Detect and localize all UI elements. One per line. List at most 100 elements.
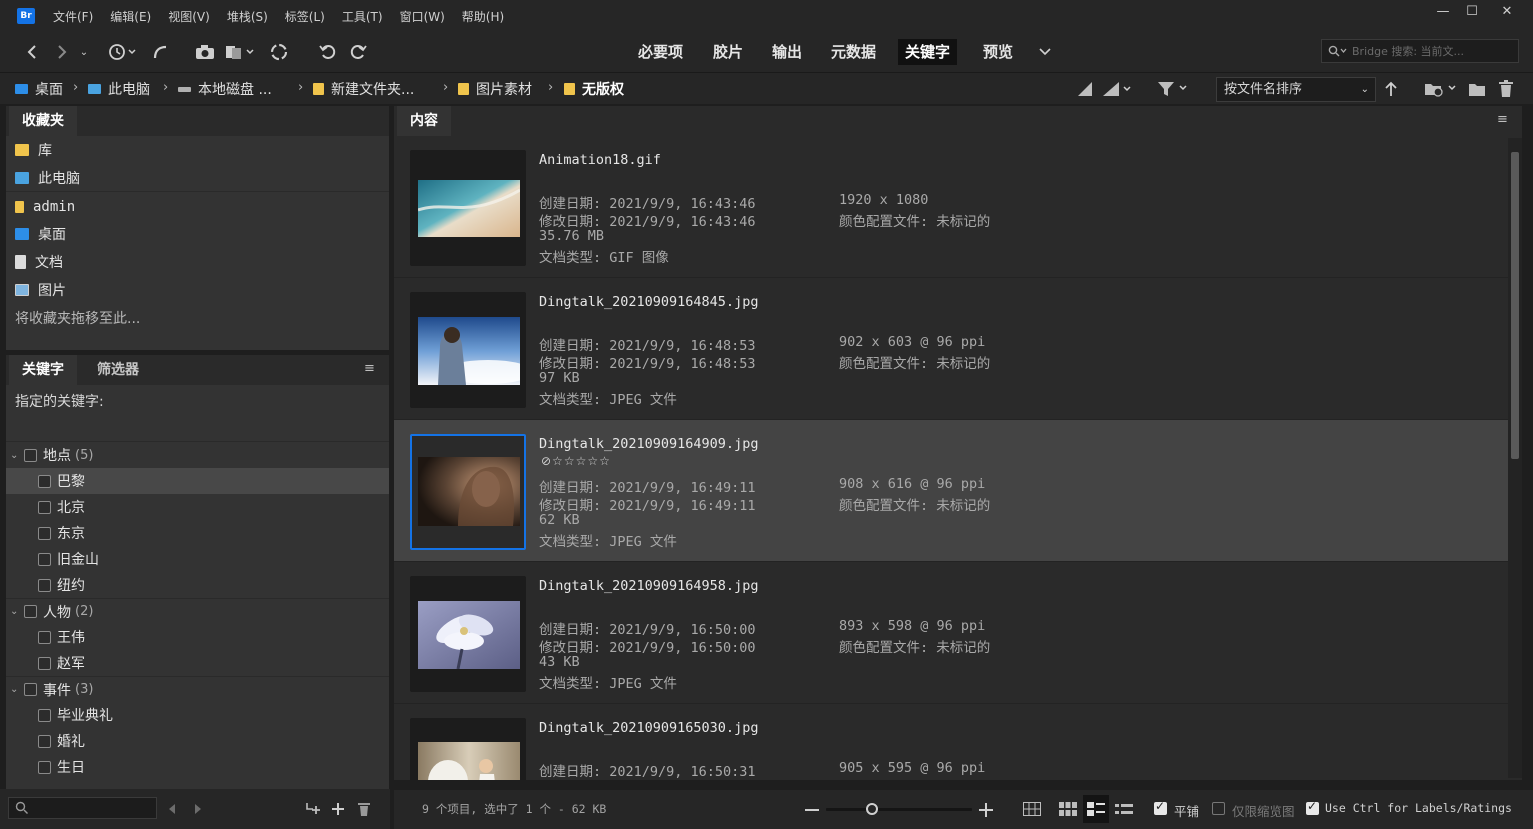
keyword-checkbox[interactable] <box>38 708 51 722</box>
keyword-checkbox[interactable] <box>38 760 51 774</box>
search-prev-icon[interactable] <box>166 797 178 821</box>
content-item[interactable]: Animation18.gif 创建日期: 2021/9/9, 16:43:46… <box>394 136 1508 278</box>
breadcrumb-this-pc[interactable]: 此电脑 <box>88 80 150 98</box>
content-item-selected[interactable]: Dingtalk_20210909164909.jpg ⊘☆☆☆☆☆ 创建日期:… <box>394 420 1508 562</box>
thumbnail-size-slider[interactable] <box>826 808 972 811</box>
filter-icon[interactable] <box>1156 77 1192 101</box>
keyword-tokyo[interactable]: 东京 <box>6 520 389 546</box>
keyword-checkbox[interactable] <box>38 630 51 644</box>
rotate-left-icon[interactable] <box>318 40 338 64</box>
keyword-group-people[interactable]: ⌄ 人物 (2) <box>6 598 389 624</box>
menu-view[interactable]: 视图(V) <box>168 8 210 25</box>
breadcrumb-local-disk[interactable]: 本地磁盘 ... <box>178 80 272 98</box>
keyword-checkbox[interactable] <box>38 552 51 566</box>
workspace-more-icon[interactable] <box>1036 40 1054 64</box>
workspace-tab-filmstrip[interactable]: 胶片 <box>706 39 750 65</box>
keyword-wedding[interactable]: 婚礼 <box>6 728 389 754</box>
tab-content[interactable]: 内容 <box>397 106 451 136</box>
zoom-in-icon[interactable] <box>976 798 996 822</box>
menu-window[interactable]: 窗口(W) <box>400 8 445 25</box>
boomerang-icon[interactable] <box>150 40 170 64</box>
keyword-graduation[interactable]: 毕业典礼 <box>6 702 389 728</box>
thumbnail-frame[interactable] <box>410 434 526 550</box>
hamburger-menu-icon[interactable]: ≡ <box>1497 113 1511 126</box>
open-recent-folder-icon[interactable] <box>1424 77 1460 101</box>
grid-view-icon[interactable] <box>1021 797 1043 821</box>
workspace-tab-essentials[interactable]: 必要项 <box>631 39 690 65</box>
menu-tools[interactable]: 工具(T) <box>342 8 383 25</box>
rotate-right-icon[interactable] <box>348 40 368 64</box>
tile-checkbox[interactable] <box>1154 799 1167 815</box>
chevron-down-icon[interactable]: ⌄ <box>10 450 20 461</box>
hamburger-menu-icon[interactable]: ≡ <box>364 362 378 375</box>
keyword-new-york[interactable]: 纽约 <box>6 572 389 598</box>
tab-filter[interactable]: 筛选器 <box>84 355 152 385</box>
sort-select[interactable]: 按文件名排序 ⌄ <box>1216 77 1376 102</box>
thumbnail-view-icon[interactable] <box>1057 797 1079 821</box>
menu-label[interactable]: 标签(L) <box>285 8 325 25</box>
thumbnail-frame[interactable] <box>410 576 526 692</box>
keyword-san-francisco[interactable]: 旧金山 <box>6 546 389 572</box>
workspace-tab-metadata[interactable]: 元数据 <box>824 39 883 65</box>
breadcrumb-desktop[interactable]: 桌面 <box>15 80 63 98</box>
recent-dropdown-icon[interactable]: ⌄ <box>77 40 91 64</box>
tab-keywords[interactable]: 关键字 <box>9 355 77 385</box>
keyword-checkbox[interactable] <box>24 448 37 462</box>
sort-ascending-icon[interactable] <box>1382 77 1400 101</box>
keyword-checkbox[interactable] <box>24 683 37 696</box>
breadcrumb-no-copyright[interactable]: 无版权 <box>564 80 624 98</box>
scrollbar-thumb[interactable] <box>1511 152 1519 459</box>
delete-keyword-icon[interactable] <box>356 797 372 821</box>
keyword-checkbox[interactable] <box>38 734 51 748</box>
keyword-beijing[interactable]: 北京 <box>6 494 389 520</box>
menu-file[interactable]: 文件(F) <box>53 8 93 25</box>
keyword-checkbox[interactable] <box>38 474 51 488</box>
breadcrumb-image-assets[interactable]: 图片素材 <box>458 80 532 98</box>
item-rating-stars[interactable]: ⊘☆☆☆☆☆ <box>541 454 611 468</box>
refine-icon[interactable] <box>224 40 260 64</box>
keyword-birthday[interactable]: 生日 <box>6 754 389 780</box>
menu-stacks[interactable]: 堆栈(S) <box>227 8 268 25</box>
close-button[interactable]: ✕ <box>1490 0 1524 22</box>
favorite-admin[interactable]: admin <box>6 193 389 221</box>
rating-filter-icon[interactable] <box>1102 77 1136 101</box>
photo-downloader-icon[interactable] <box>268 40 290 64</box>
keyword-wang-wei[interactable]: 王伟 <box>6 624 389 650</box>
workspace-tab-keywords[interactable]: 关键字 <box>898 39 958 65</box>
content-item[interactable]: Dingtalk_20210909164845.jpg 创建日期: 2021/9… <box>394 278 1508 420</box>
keyword-checkbox[interactable] <box>24 605 37 618</box>
details-view-icon[interactable] <box>1083 795 1109 823</box>
favorite-pictures[interactable]: 图片 <box>6 276 389 304</box>
list-view-icon[interactable] <box>1113 797 1135 821</box>
keyword-checkbox[interactable] <box>38 578 51 592</box>
workspace-tab-output[interactable]: 输出 <box>765 39 809 65</box>
menu-help[interactable]: 帮助(H) <box>462 8 504 25</box>
keyword-group-events[interactable]: ⌄ 事件 (3) <box>6 676 389 702</box>
keyword-checkbox[interactable] <box>38 526 51 540</box>
new-folder-icon[interactable] <box>1467 77 1487 101</box>
zoom-out-icon[interactable] <box>802 798 822 822</box>
menu-edit[interactable]: 编辑(E) <box>110 8 151 25</box>
keyword-checkbox[interactable] <box>38 500 51 514</box>
ctrl-labels-checkbox[interactable] <box>1306 799 1319 815</box>
thumbnail-frame[interactable] <box>410 150 526 266</box>
delete-icon[interactable] <box>1496 77 1516 101</box>
slider-handle[interactable] <box>866 803 878 815</box>
tab-favorites[interactable]: 收藏夹 <box>9 106 77 136</box>
content-scrollbar[interactable] <box>1508 138 1522 778</box>
thumbnails-only-checkbox[interactable] <box>1212 802 1225 815</box>
favorite-documents[interactable]: 文档 <box>6 248 389 276</box>
keyword-paris[interactable]: 巴黎 <box>6 468 389 494</box>
quality-icon[interactable] <box>1076 77 1094 101</box>
back-icon[interactable] <box>22 40 42 64</box>
keyword-search-input[interactable] <box>8 797 157 819</box>
keyword-group-place[interactable]: ⌄ 地点 (5) <box>6 442 389 468</box>
thumbnail-frame[interactable] <box>410 718 526 780</box>
keyword-zhao-jun[interactable]: 赵军 <box>6 650 389 676</box>
favorite-library[interactable]: 库 <box>6 136 389 164</box>
search-next-icon[interactable] <box>192 797 204 821</box>
bridge-search-input[interactable]: Bridge 搜索: 当前文... <box>1321 39 1519 63</box>
workspace-tab-preview[interactable]: 预览 <box>976 39 1020 65</box>
content-item[interactable]: Dingtalk_20210909165030.jpg 创建日期: 2021/9… <box>394 704 1508 780</box>
maximize-button[interactable]: ☐ <box>1455 0 1489 22</box>
